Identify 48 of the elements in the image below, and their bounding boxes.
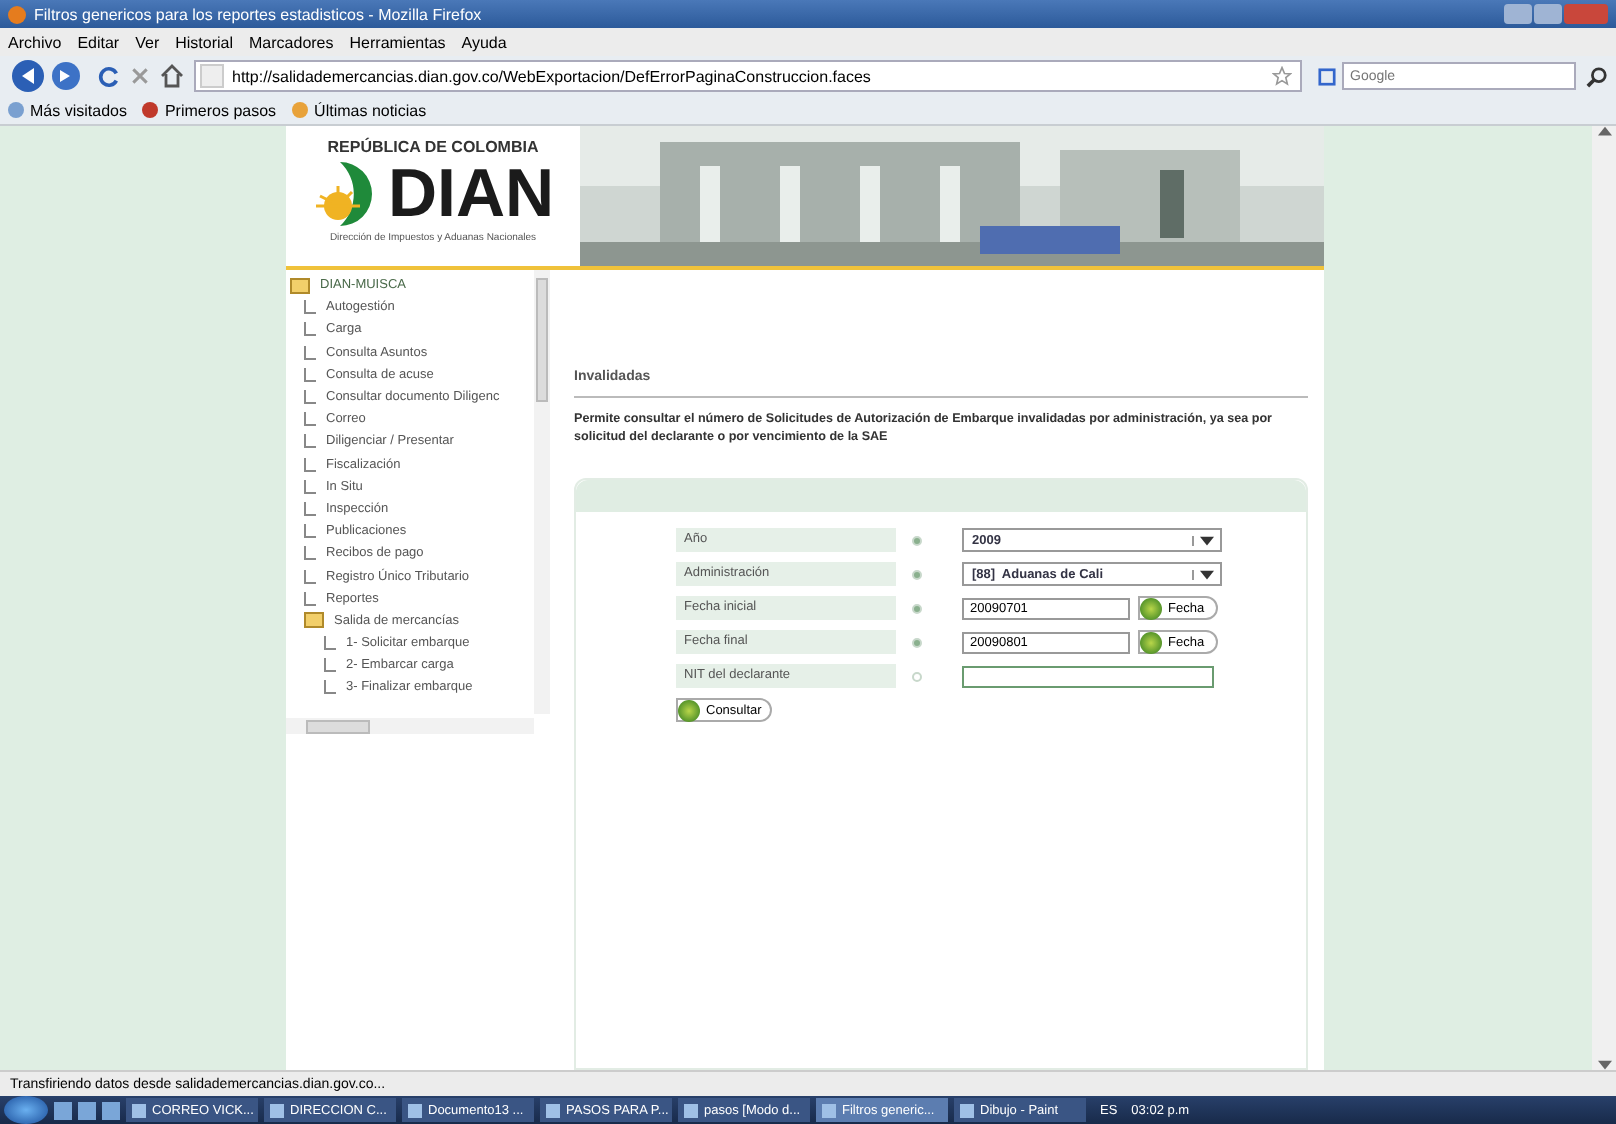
menu-item[interactable]: Editar [77, 33, 120, 51]
tree-line-icon [304, 457, 316, 472]
scrollbar[interactable] [286, 718, 534, 734]
start-button[interactable] [4, 1096, 48, 1124]
home-icon[interactable] [160, 64, 184, 88]
country-title: REPÚBLICA DE COLOMBIA [327, 138, 539, 156]
tree-line-icon [304, 434, 316, 449]
tree-line-icon [324, 636, 336, 651]
tree-line-icon [304, 501, 316, 516]
menu-item[interactable]: Ayuda [461, 33, 507, 51]
scrollbar[interactable] [534, 270, 550, 714]
reload-icon[interactable] [98, 65, 120, 87]
stop-icon[interactable] [130, 66, 150, 86]
logo-text: DIAN [387, 156, 555, 232]
caret-icon[interactable] [1200, 535, 1214, 545]
menu-item[interactable]: Marcadores [249, 33, 334, 51]
tree-line-icon [304, 390, 316, 405]
caret-icon[interactable] [1200, 569, 1214, 579]
address-bar[interactable]: http://salidademercancias.dian.gov.co/WebExportacion/DefErrorPaginaConstruccion.faces [194, 60, 1302, 92]
tree-line-icon [304, 412, 316, 427]
tree-line-icon [304, 367, 316, 382]
bookmark-link[interactable]: Primeros pasos [142, 101, 277, 119]
tree-line-icon [304, 524, 316, 539]
search-icon[interactable] [1586, 65, 1608, 87]
bookmark-link[interactable]: Más visitados [8, 101, 127, 119]
firefox-icon [8, 5, 26, 23]
tree-line-icon [304, 322, 316, 337]
folder-icon [304, 612, 324, 629]
tree-line-icon [304, 345, 316, 360]
window-title: Filtros genericos para los reportes estadisticos - Mozilla Firefox [34, 5, 482, 23]
window-controls[interactable] [1504, 4, 1608, 24]
scrollbar[interactable] [1592, 126, 1616, 1070]
tree-line-icon [304, 591, 316, 606]
menu-item[interactable]: Archivo [8, 33, 62, 51]
tree-line-icon [304, 569, 316, 584]
input-field[interactable] [962, 665, 1214, 687]
star-icon[interactable] [1272, 66, 1292, 86]
tree-line-icon [324, 680, 336, 695]
folder-icon [290, 277, 310, 294]
page-icon [200, 64, 224, 88]
bookmark-link[interactable]: Últimas noticias [292, 101, 427, 119]
tree-line-icon [304, 546, 316, 561]
tree-line-icon [304, 479, 316, 494]
tree-line-icon [324, 658, 336, 673]
menu-item[interactable]: Ver [135, 33, 160, 51]
tree-line-icon [304, 300, 316, 315]
menu-item[interactable]: Herramientas [349, 33, 446, 51]
menu-item[interactable]: Historial [175, 33, 234, 51]
